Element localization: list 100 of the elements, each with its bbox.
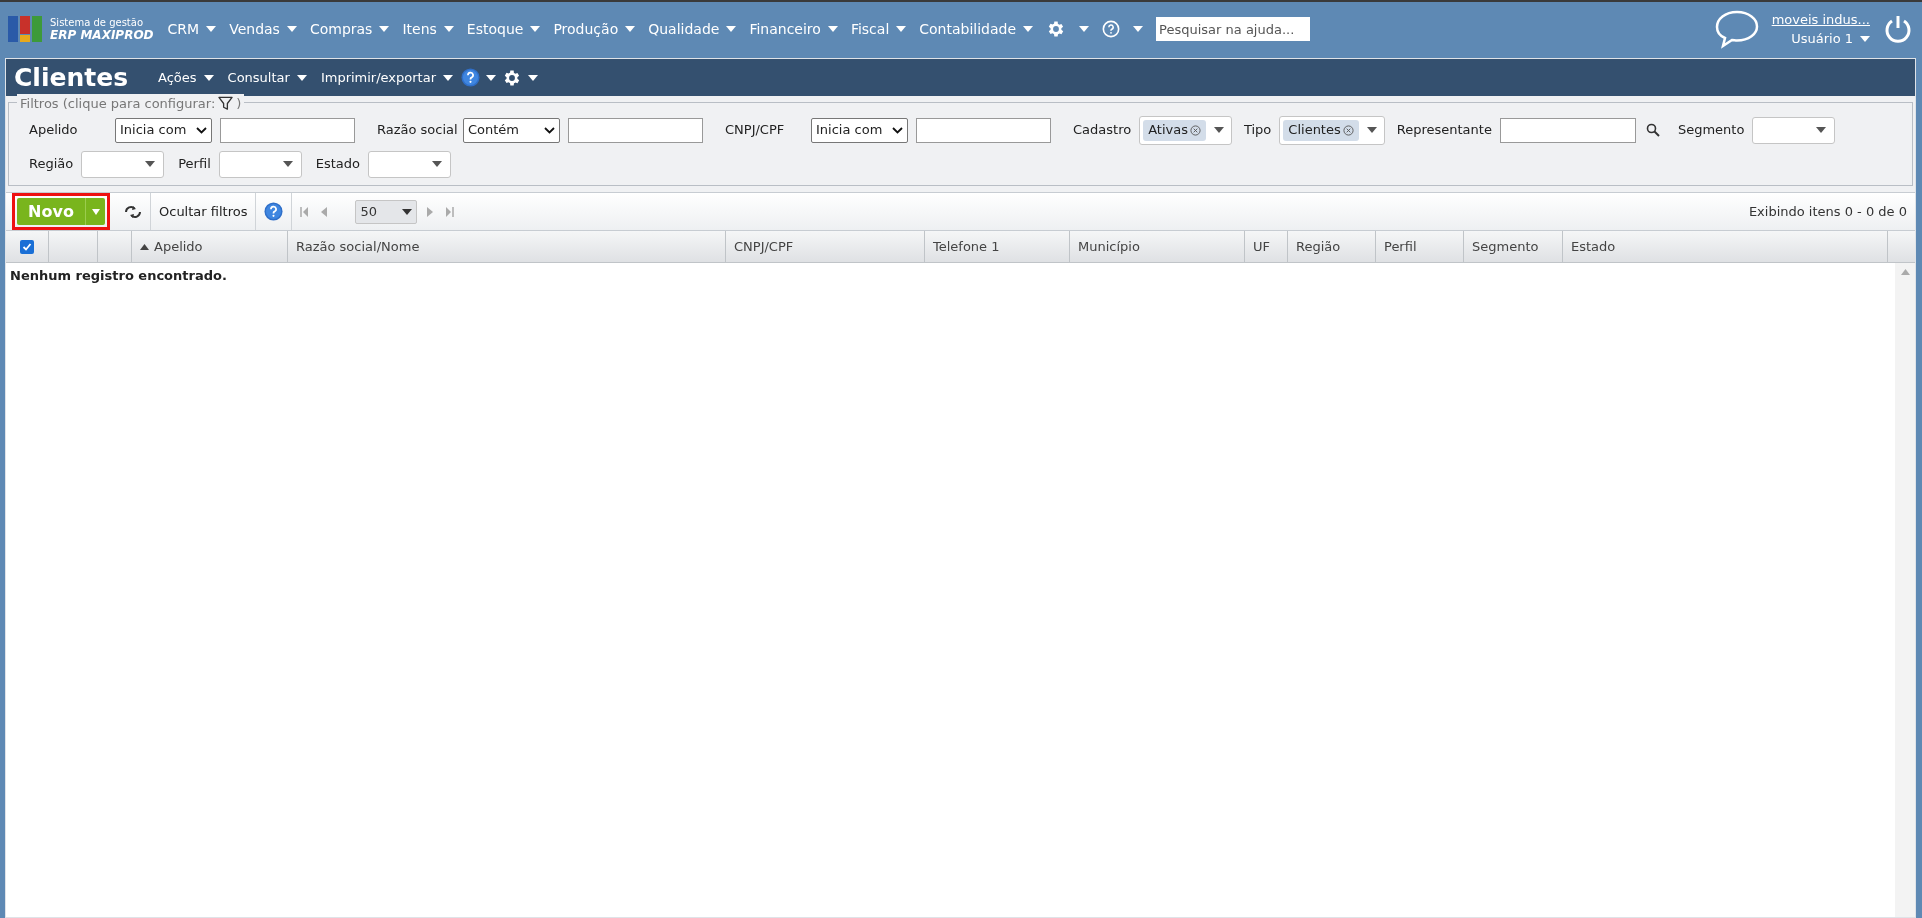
empty-message: Nenhum registro encontrado.: [10, 268, 227, 283]
column-header[interactable]: Estado: [1563, 231, 1888, 262]
filter-label: Apelido: [29, 121, 79, 140]
last-page-icon[interactable]: [445, 206, 455, 217]
menu-item[interactable]: Qualidade: [648, 18, 737, 40]
search-icon[interactable]: [1645, 123, 1660, 137]
company-link[interactable]: moveis indus...: [1771, 10, 1870, 29]
filter-label: Representante: [1396, 121, 1492, 140]
menu-item[interactable]: Compras: [309, 18, 390, 40]
next-page-icon[interactable]: [427, 206, 434, 217]
page-size-select[interactable]: 50: [355, 199, 418, 224]
caret-icon: [726, 26, 737, 32]
filter-tag[interactable]: Clientes: [1283, 119, 1359, 141]
help-icon[interactable]: [1102, 20, 1121, 38]
refresh-icon[interactable]: [124, 204, 142, 219]
caret-icon: [1079, 26, 1090, 32]
menu-item[interactable]: Vendas: [229, 18, 297, 40]
power-icon[interactable]: [1884, 14, 1912, 44]
menu-item[interactable]: Itens: [402, 18, 454, 40]
column-header[interactable]: Segmento: [1464, 231, 1563, 262]
caret-icon: [528, 74, 539, 81]
filter-input[interactable]: [220, 117, 355, 143]
action-menu[interactable]: Consultar: [227, 67, 307, 88]
caret-icon: [1860, 35, 1870, 42]
filters-legend[interactable]: Filtros (clique para configurar: ): [17, 94, 245, 114]
first-page-icon[interactable]: [300, 206, 310, 217]
menu-item[interactable]: Produção: [553, 18, 636, 40]
chat-icon[interactable]: [1713, 9, 1760, 49]
column-header[interactable]: Razão social/Nome: [288, 231, 726, 262]
item-count: Exibindo itens 0 - 0 de 0: [1748, 202, 1907, 221]
caret-icon: [896, 26, 907, 32]
menu-item[interactable]: Estoque: [466, 18, 541, 40]
caret-icon: [1213, 127, 1224, 133]
tag-select[interactable]: Clientes: [1279, 115, 1385, 145]
scroll-up-icon[interactable]: [1900, 269, 1910, 275]
action-menu[interactable]: Ações: [158, 67, 214, 88]
brand-subtitle: Sistema de gestão: [50, 16, 144, 29]
filter-tag[interactable]: Ativas: [1143, 119, 1206, 141]
column-header[interactable]: Telefone 1: [925, 231, 1070, 262]
legend-text: ): [236, 95, 242, 113]
user-menu[interactable]: Usuário 1: [1791, 29, 1870, 48]
operator-select[interactable]: Contém: [463, 117, 560, 143]
caret-icon: [530, 26, 541, 32]
filter-label: Estado: [315, 155, 361, 174]
select-all-checkbox[interactable]: [20, 239, 34, 254]
caret-icon: [443, 74, 454, 81]
caret-icon: [145, 161, 156, 167]
caret-icon: [486, 74, 497, 81]
filter-label: Perfil: [178, 155, 211, 174]
help-icon[interactable]: [461, 68, 481, 87]
column-header[interactable]: CNPJ/CPF: [726, 231, 925, 262]
menu-item[interactable]: Fiscal: [850, 18, 907, 40]
filter-input[interactable]: [916, 117, 1051, 143]
caret-icon: [402, 208, 413, 215]
caret-icon: [827, 26, 838, 32]
column-header[interactable]: Perfil: [1376, 231, 1464, 262]
caret-icon: [379, 26, 390, 32]
checkmark-icon: [22, 241, 32, 252]
filter-icon[interactable]: [218, 96, 234, 112]
menu-item[interactable]: CRM: [167, 18, 217, 40]
column-header[interactable]: Município: [1070, 231, 1245, 262]
filter-label: Região: [29, 155, 74, 174]
caret-icon: [286, 26, 297, 32]
operator-select[interactable]: Inicia com: [115, 117, 212, 143]
page-title: Clientes: [14, 61, 129, 94]
operator-select[interactable]: Inicia com: [811, 117, 908, 143]
filter-label: Tipo: [1243, 121, 1272, 140]
column-header[interactable]: Região: [1288, 231, 1376, 262]
help-icon[interactable]: [264, 202, 284, 221]
caret-icon: [91, 208, 100, 215]
remove-icon[interactable]: [1342, 124, 1354, 136]
filter-input[interactable]: [1499, 117, 1636, 143]
caret-icon: [1816, 127, 1827, 133]
menu-item[interactable]: Contabilidade: [919, 18, 1034, 40]
previous-page-icon[interactable]: [321, 206, 328, 217]
filter-input[interactable]: [568, 117, 703, 143]
caret-icon: [203, 74, 214, 81]
caret-icon: [282, 161, 293, 167]
filter-label: Razão social: [377, 121, 455, 140]
caret-icon: [1023, 26, 1034, 32]
action-menu[interactable]: Imprimir/exportar: [320, 67, 454, 88]
chevron-icon: [196, 126, 207, 134]
hide-filters-button[interactable]: Ocultar filtros: [151, 193, 257, 230]
filter-label: Cadastro: [1073, 121, 1132, 140]
caret-icon: [1366, 127, 1377, 133]
filter-label: CNPJ/CPF: [725, 121, 786, 140]
remove-icon[interactable]: [1189, 124, 1201, 136]
caret-icon: [296, 74, 307, 81]
column-header[interactable]: Apelido: [132, 231, 288, 262]
logo-icon: [8, 14, 44, 44]
brand-name: ERP MAXIPROD: [50, 29, 154, 42]
chevron-icon: [544, 126, 555, 134]
menu-item[interactable]: Financeiro: [749, 18, 838, 40]
column-header[interactable]: UF: [1245, 231, 1288, 262]
caret-icon: [206, 26, 217, 32]
filter-label: Segmento: [1677, 121, 1745, 140]
sort-ascending-icon: [140, 243, 149, 250]
tag-select[interactable]: Ativas: [1139, 115, 1232, 145]
caret-icon: [443, 26, 454, 32]
help-search-field[interactable]: Pesquisar na ajuda...: [1156, 17, 1311, 41]
